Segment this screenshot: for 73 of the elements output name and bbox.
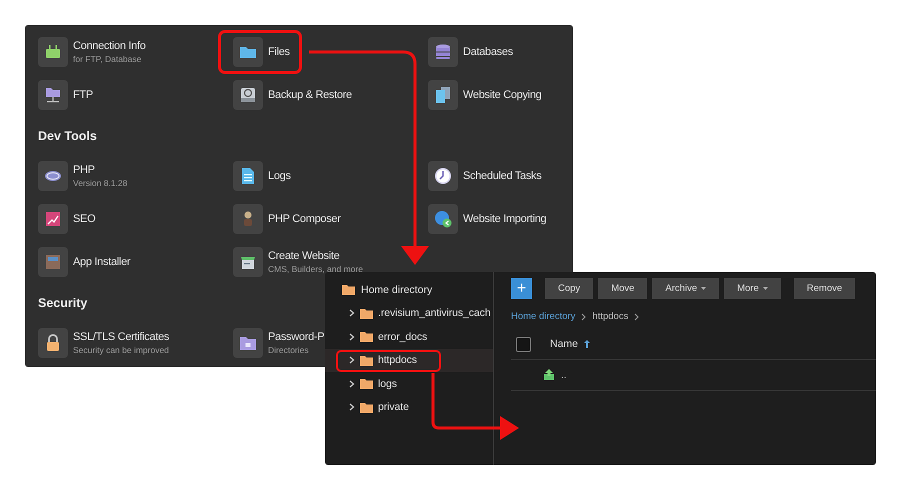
- lock-icon[interactable]: [38, 328, 68, 358]
- chevron-right-icon: [634, 312, 640, 320]
- document-icon[interactable]: [233, 160, 263, 190]
- service-link[interactable]: FTP: [73, 88, 93, 100]
- service-link[interactable]: PHP Composer: [268, 212, 341, 224]
- folder-icon: [342, 284, 355, 296]
- chevron-right-icon: [581, 312, 586, 320]
- app-icon[interactable]: [38, 246, 68, 276]
- folder-icon: [360, 402, 373, 413]
- tree-item[interactable]: .revisium_antivirus_cach: [325, 302, 493, 325]
- network-icon[interactable]: [38, 36, 68, 66]
- service-link[interactable]: Website Importing: [463, 212, 546, 224]
- toolbar-button[interactable]: Remove: [794, 278, 856, 299]
- service-description: for FTP, Database: [73, 54, 142, 64]
- chevron-right-icon[interactable]: [349, 380, 355, 388]
- clock-icon[interactable]: [428, 160, 458, 190]
- chevron-right-icon[interactable]: [349, 356, 355, 364]
- box-icon[interactable]: [233, 246, 263, 276]
- folder-name[interactable]: .revisium_antivirus_cach: [378, 307, 491, 320]
- service-link[interactable]: SSL/TLS Certificates: [73, 330, 170, 342]
- chevron-right-icon[interactable]: [349, 403, 355, 412]
- folder-name[interactable]: httpdocs: [378, 354, 417, 366]
- service-description: Security can be improved: [73, 344, 170, 354]
- service-description: Version 8.1.28: [73, 178, 128, 188]
- service-link[interactable]: Website Copying: [463, 88, 542, 100]
- service-link[interactable]: Databases: [463, 46, 513, 58]
- toolbar-button[interactable]: Move: [598, 278, 648, 299]
- globe-icon[interactable]: [428, 204, 458, 234]
- service-link[interactable]: Backup & Restore: [268, 88, 352, 100]
- service-link[interactable]: App Installer: [73, 256, 130, 268]
- service-description: Directories: [268, 344, 310, 354]
- toolbar-button[interactable]: Copy: [545, 278, 594, 299]
- service-link[interactable]: Password-P: [268, 330, 324, 342]
- service-link[interactable]: Logs: [268, 170, 291, 182]
- service-description: CMS, Builders, and more: [268, 264, 363, 274]
- service-link[interactable]: Scheduled Tasks: [463, 170, 542, 182]
- column-header[interactable]: Name: [550, 338, 578, 350]
- folder-icon: [360, 378, 373, 390]
- breadcrumb-item: httpdocs: [592, 311, 628, 322]
- folder-name[interactable]: error_docs: [378, 330, 428, 343]
- service-link[interactable]: Create Website: [268, 250, 363, 262]
- toolbar-button[interactable]: Archive: [652, 278, 720, 299]
- checkbox[interactable]: [516, 336, 531, 352]
- folder-icon: [360, 354, 373, 366]
- file-name[interactable]: ..: [561, 370, 567, 380]
- locked-folder-icon[interactable]: [233, 328, 263, 358]
- chevron-right-icon[interactable]: [349, 309, 355, 318]
- drive-icon[interactable]: [233, 80, 263, 110]
- service-link[interactable]: Connection Info: [73, 40, 146, 52]
- tree-item[interactable]: logs: [325, 372, 493, 396]
- folder-name[interactable]: logs: [378, 378, 397, 390]
- figure-icon[interactable]: [233, 204, 263, 234]
- folder-icon: [360, 331, 373, 342]
- toolbar-button[interactable]: More: [724, 278, 781, 299]
- tree-item[interactable]: Home directory: [325, 278, 493, 302]
- chevron-right-icon[interactable]: [349, 332, 355, 341]
- tree-item[interactable]: private: [325, 396, 493, 419]
- section-title: Dev Tools: [38, 128, 97, 145]
- folder-network-icon[interactable]: [38, 80, 68, 110]
- section-title: Security: [38, 295, 88, 312]
- documents-icon[interactable]: [428, 80, 458, 110]
- folder-name[interactable]: private: [378, 401, 409, 414]
- tree-item[interactable]: httpdocs: [325, 348, 493, 372]
- service-link[interactable]: Files: [268, 46, 290, 58]
- folder-icon: [360, 308, 373, 319]
- tree-item[interactable]: error_docs: [325, 325, 493, 348]
- service-link[interactable]: PHP: [73, 164, 128, 176]
- up-folder-icon[interactable]: [543, 369, 555, 381]
- database-icon[interactable]: [428, 36, 458, 66]
- service-link[interactable]: SEO: [73, 212, 96, 224]
- folder-icon[interactable]: [233, 36, 263, 66]
- breadcrumb-link[interactable]: Home directory: [511, 311, 576, 322]
- chart-icon[interactable]: [38, 204, 68, 234]
